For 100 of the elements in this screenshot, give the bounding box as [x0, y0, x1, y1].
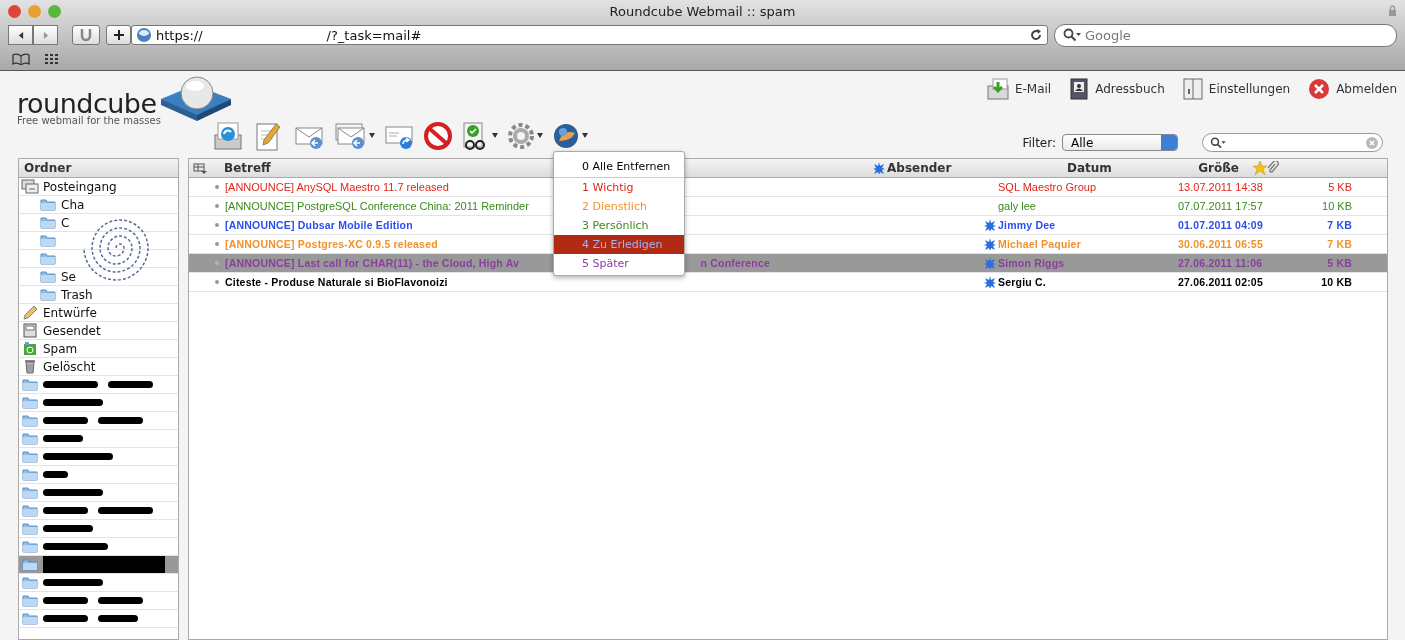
sender-cell-text: Jimmy Dee — [998, 219, 1057, 231]
subject-cell: [ANNOUNCE] AnySQL Maestro 11.7 released — [225, 181, 449, 193]
subject-cell: Citeste - Produse Naturale si BioFlavonoizi — [225, 276, 448, 288]
nav-link[interactable]: Abmelden — [1308, 77, 1397, 101]
folder-item[interactable] — [19, 502, 178, 520]
filter-select[interactable]: Alle — [1062, 134, 1178, 151]
folder-icon — [22, 558, 38, 571]
caret-icon — [582, 133, 588, 138]
column-options-icon[interactable] — [193, 162, 207, 174]
paperclip-icon — [1267, 161, 1279, 175]
caret-icon — [369, 133, 375, 138]
sender-cell-text: galy lee — [998, 200, 1037, 212]
folder-item[interactable]: Cha — [19, 196, 178, 214]
menu-item[interactable]: 1 Wichtig — [554, 178, 684, 197]
column-header[interactable]: Absender — [887, 161, 1067, 175]
sender-cell-text: Michael Paquier — [998, 238, 1082, 250]
nav-link[interactable]: Einstellungen — [1182, 77, 1291, 101]
size-cell-text: 7 KB — [1326, 238, 1352, 250]
folder-item[interactable] — [19, 394, 178, 412]
forward-button[interactable] — [33, 25, 58, 45]
address-field[interactable]: https:// /?_task=mail# — [131, 25, 1048, 45]
folder-icon — [22, 450, 38, 463]
search-icon — [1209, 136, 1227, 149]
subject-cell: [ANNOUNCE] Dubsar Mobile Edition — [225, 219, 413, 231]
folder-item[interactable] — [19, 574, 178, 592]
book-icon[interactable] — [12, 53, 30, 65]
close-circle-icon — [1308, 78, 1331, 100]
window-title: Roundcube Webmail :: spam — [609, 3, 796, 19]
column-header[interactable]: Betreff — [224, 161, 271, 175]
close-button[interactable] — [8, 4, 21, 18]
folder-item[interactable] — [19, 376, 178, 394]
redaction-scribble — [43, 543, 108, 550]
add-bookmark-button[interactable] — [106, 25, 131, 45]
sparkle-icon — [984, 276, 996, 288]
nav-link[interactable]: E-Mail — [986, 77, 1052, 101]
folder-icon — [22, 522, 38, 535]
folder-item[interactable]: Se — [19, 268, 178, 286]
column-header[interactable]: Größe — [1185, 161, 1239, 175]
menu-label: 0 Alle Entfernen — [582, 160, 671, 173]
folder-item[interactable] — [19, 592, 178, 610]
date-cell-text: 27.06.2011 11:06 — [1178, 257, 1264, 269]
menu-label: 4 Zu Erledigen — [582, 238, 663, 251]
menu-label: 1 Wichtig — [582, 181, 634, 194]
filter-label: Filter: — [1022, 135, 1056, 150]
subject-cell: [ANNOUNCE] PostgreSQL Conference China: 2011 Reminder — [225, 200, 529, 212]
folder-item[interactable]: Spam — [19, 340, 178, 358]
menu-item[interactable]: 3 Persönlich — [554, 216, 684, 235]
grid-icon[interactable] — [44, 53, 60, 65]
column-header[interactable]: Datum — [1067, 161, 1185, 175]
folder-item[interactable]: Posteingang — [19, 178, 178, 196]
folder-item[interactable]: Entwürfe — [19, 304, 178, 322]
folder-item[interactable]: Gelöscht — [19, 358, 178, 376]
size-cell-text: 10 KB — [1320, 276, 1352, 288]
menu-item[interactable]: 0 Alle Entfernen — [554, 156, 684, 178]
date-cell-text: 01.07.2011 04:09 — [1178, 219, 1264, 231]
folder-item[interactable] — [19, 610, 178, 628]
bullet-icon — [215, 280, 219, 284]
size-cell-text: 10 KB — [1321, 200, 1352, 212]
search-field[interactable]: Google — [1054, 23, 1397, 47]
redaction-scribble — [43, 453, 113, 460]
folder-icon — [40, 252, 56, 265]
panel-icon — [1182, 78, 1203, 100]
extension-button[interactable] — [72, 25, 100, 45]
delete-button[interactable] — [421, 119, 455, 152]
folder-item[interactable] — [19, 430, 178, 448]
folder-item[interactable] — [19, 556, 178, 574]
reload-icon[interactable] — [1029, 28, 1043, 42]
plus-icon — [112, 29, 125, 41]
quick-search-field[interactable] — [1202, 133, 1383, 152]
redaction-scribble — [43, 579, 103, 586]
bullet-icon — [215, 204, 219, 208]
tray-icon — [23, 323, 37, 338]
nav-link[interactable]: Adressbuch — [1069, 77, 1165, 101]
caret-icon — [492, 133, 498, 138]
folder-item[interactable]: Trash — [19, 286, 178, 304]
folder-item[interactable]: Gesendet — [19, 322, 178, 340]
folder-icon — [22, 576, 38, 589]
folder-icon — [40, 198, 56, 211]
inbox-icon — [21, 179, 39, 194]
sender-cell-text: Simon Riggs — [998, 257, 1066, 269]
lock-icon — [1388, 5, 1397, 16]
recycle-bin-icon — [23, 341, 37, 356]
sender-cell-text: Sergiu C. — [998, 276, 1047, 288]
folder-item[interactable]: C — [19, 214, 178, 232]
folder-icon — [40, 216, 56, 229]
logo-tagline: Free webmail for the masses — [17, 115, 162, 126]
folder-item[interactable] — [19, 448, 178, 466]
menu-item[interactable]: 5 Später — [554, 254, 684, 273]
bullet-icon — [215, 185, 219, 189]
folder-item[interactable] — [19, 484, 178, 502]
folder-icon — [22, 612, 38, 625]
folder-icon — [40, 234, 56, 247]
left-arrow-icon — [17, 30, 24, 40]
menu-label: 3 Persönlich — [582, 219, 649, 232]
folder-item[interactable] — [19, 520, 178, 538]
back-button[interactable] — [8, 25, 33, 45]
size-cell-text: 5 KB — [1326, 257, 1352, 269]
folder-item[interactable] — [19, 466, 178, 484]
menu-label: 2 Dienstlich — [582, 200, 647, 213]
folder-item[interactable] — [19, 412, 178, 430]
